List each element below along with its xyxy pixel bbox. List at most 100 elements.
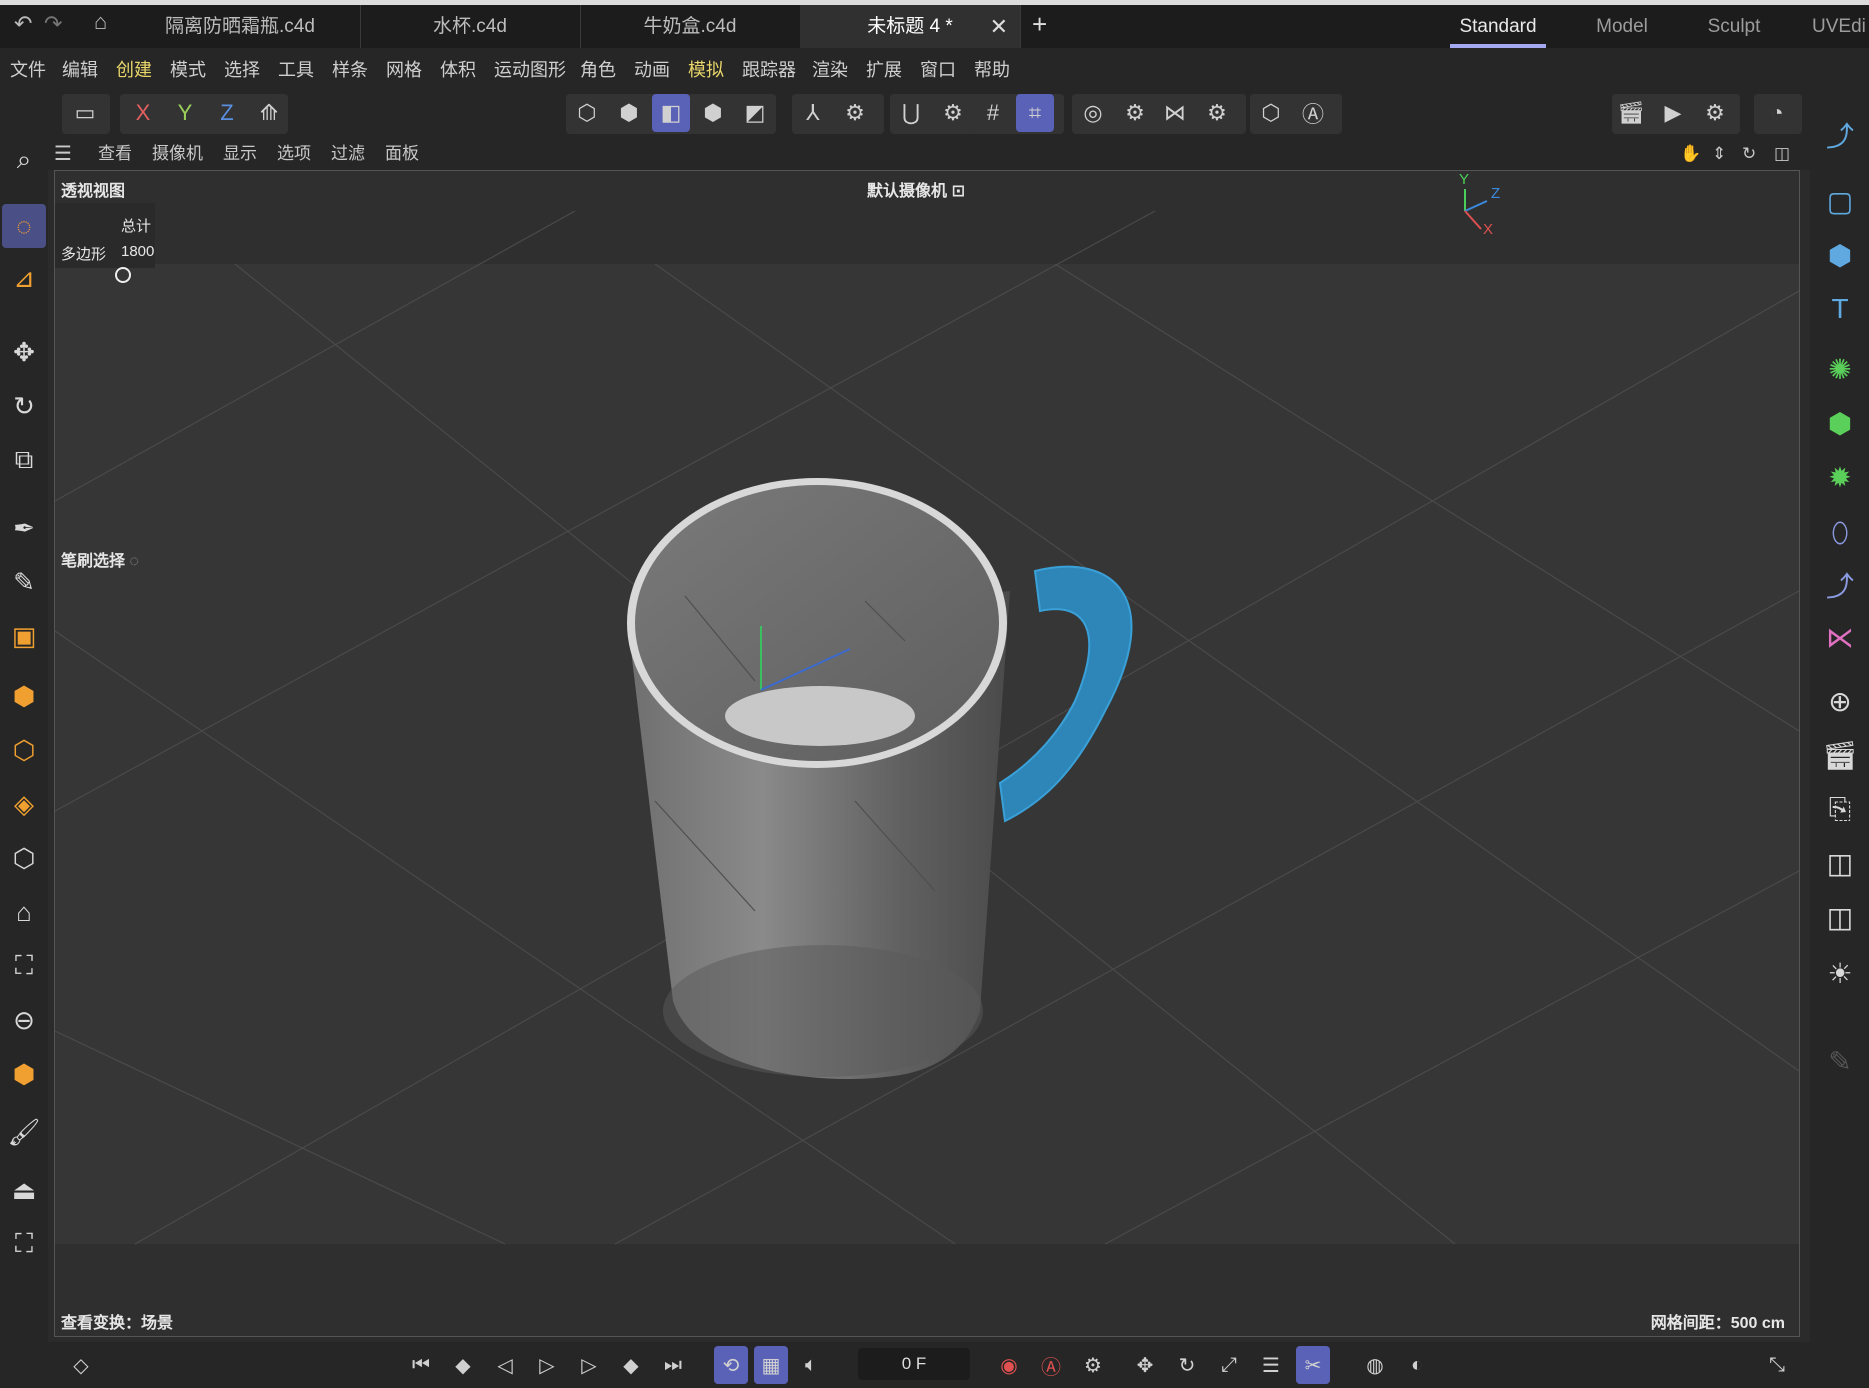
menu-spline[interactable]: 样条 [332, 48, 368, 92]
menu-create[interactable]: 创建 [116, 48, 152, 92]
undo-icon[interactable]: ↶ [14, 11, 32, 37]
axis-mode-icon[interactable]: ⅄ [794, 94, 832, 132]
goto-start-icon[interactable]: ⏮ [404, 1346, 438, 1384]
viewport-menu-panel[interactable]: 面板 [385, 138, 419, 170]
render-settings-icon[interactable]: ⚙ [1696, 94, 1734, 132]
add-tab-icon[interactable]: + [1032, 9, 1047, 40]
autokey-icon[interactable]: Ⓐ [1034, 1346, 1068, 1384]
coordinate-system-icon[interactable]: ⟰ [250, 94, 288, 132]
viewport-solo-icon[interactable]: ⬡ [1252, 94, 1290, 132]
lock-z-button[interactable]: Z [208, 94, 246, 132]
menu-volume[interactable]: 体积 [440, 48, 476, 92]
hamburger-icon[interactable]: ☰ [54, 138, 72, 170]
sound-icon[interactable]: 🔈︎ [794, 1346, 828, 1384]
goto-end-icon[interactable]: ⏭ [656, 1346, 690, 1384]
key-pla-icon[interactable]: ✂ [1296, 1346, 1330, 1384]
magnet-settings-icon[interactable]: ⚙ [934, 94, 972, 132]
lock-y-button[interactable]: Y [166, 94, 204, 132]
viewport-menu-filter[interactable]: 过滤 [331, 138, 365, 170]
edges-mode-icon[interactable]: ⬢ [610, 94, 648, 132]
cube-icon[interactable]: ⬢ [2, 674, 46, 718]
camera-st-icon[interactable]: ⎘ [1816, 786, 1864, 832]
soft-selection-icon[interactable]: ◎ [1074, 94, 1112, 132]
extrude-icon[interactable]: ◈ [2, 782, 46, 826]
pan-icon[interactable]: ✋ [1680, 138, 1701, 170]
loop-icon[interactable]: ⟲ [714, 1346, 748, 1384]
next-key-icon[interactable]: ◆ [614, 1346, 648, 1384]
cube-primitive-icon[interactable]: ⬢ [1816, 232, 1864, 278]
layout-sculpt[interactable]: Sculpt [1684, 5, 1784, 48]
live-selection-icon[interactable]: ◌ [2, 204, 46, 248]
move-icon[interactable]: ✥ [2, 330, 46, 374]
rectangle-spline-icon[interactable]: ▣ [2, 614, 46, 658]
model-mode-icon[interactable]: ⬢ [694, 94, 732, 132]
fracture-icon[interactable]: ⬢ [1816, 400, 1864, 446]
auto-icon[interactable]: Ⓐ [1294, 94, 1332, 132]
uv-mode-icon[interactable]: ◩ [736, 94, 774, 132]
placement-icon[interactable]: ⛶ [2, 944, 46, 988]
interactive-render-icon[interactable]: ◔ [1758, 94, 1796, 132]
cylinder-icon[interactable]: ⊖ [2, 998, 46, 1042]
orbit-icon[interactable]: ↻ [1742, 138, 1756, 170]
search-icon[interactable]: ⌕ [2, 138, 46, 182]
lock-x-button[interactable]: X [124, 94, 162, 132]
pen-icon[interactable]: ✒ [2, 506, 46, 550]
layout-uvedit[interactable]: UVEdi [1812, 5, 1869, 48]
text-icon[interactable]: T [1816, 286, 1864, 332]
expand-icon[interactable]: ⤡ [1760, 1346, 1794, 1384]
menu-extensions[interactable]: 扩展 [866, 48, 902, 92]
keyframe-icon[interactable]: ◇ [64, 1346, 98, 1384]
motion-clip-icon[interactable]: ◐ [1400, 1346, 1434, 1384]
axis-settings-icon[interactable]: ⚙ [836, 94, 874, 132]
record-icon[interactable]: ◉ [992, 1346, 1026, 1384]
home-icon[interactable]: ⌂ [94, 9, 107, 35]
light-icon[interactable]: ☀ [1816, 950, 1864, 996]
menu-select[interactable]: 选择 [224, 48, 260, 92]
magnet-icon[interactable]: ⋃ [892, 94, 930, 132]
menu-tracker[interactable]: 跟踪器 [742, 48, 796, 92]
box-icon[interactable]: ⬡ [2, 836, 46, 880]
menu-window[interactable]: 窗口 [920, 48, 956, 92]
maximize-view-icon[interactable]: ◫ [1774, 138, 1790, 170]
snap-grid-icon[interactable]: # [974, 94, 1012, 132]
select-rectangle-icon[interactable]: ⊿ [2, 256, 46, 300]
symmetry-icon[interactable]: ⋈ [1156, 94, 1194, 132]
cloner-icon[interactable]: ✺ [1816, 346, 1864, 392]
viewport-menu-display[interactable]: 显示 [223, 138, 257, 170]
soft-selection-settings-icon[interactable]: ⚙ [1116, 94, 1154, 132]
preview-range-icon[interactable]: ▦ [754, 1346, 788, 1384]
viewport-menu-view[interactable]: 查看 [98, 138, 132, 170]
key-param-icon[interactable]: ☰ [1254, 1346, 1288, 1384]
redo-icon[interactable]: ↷ [44, 11, 62, 37]
points-mode-icon[interactable]: ⬡ [568, 94, 606, 132]
snap-enable-icon[interactable]: ⌗ [1016, 94, 1054, 132]
menu-mesh[interactable]: 网格 [386, 48, 422, 92]
viewport-menu-options[interactable]: 选项 [277, 138, 311, 170]
floor-icon[interactable]: ⌂ [2, 890, 46, 934]
menu-mograph[interactable]: 运动图形 [494, 48, 566, 92]
key-scale-icon[interactable]: ⤢ [1212, 1346, 1246, 1384]
scale-icon[interactable]: ⧉ [2, 438, 46, 482]
key-rotation-icon[interactable]: ↻ [1170, 1346, 1204, 1384]
tab-file-2[interactable]: 水杯.c4d [360, 5, 581, 48]
menu-mode[interactable]: 模式 [170, 48, 206, 92]
tab-file-1[interactable]: 隔离防晒霜瓶.c4d [120, 5, 361, 48]
dolly-icon[interactable]: ⇕ [1712, 138, 1726, 170]
menu-file[interactable]: 文件 [10, 48, 46, 92]
tab-file-3[interactable]: 牛奶盒.c4d [580, 5, 801, 48]
render-picture-viewer-icon[interactable]: ▶ [1654, 94, 1692, 132]
symmetry-settings-icon[interactable]: ⚙ [1198, 94, 1236, 132]
layout-standard[interactable]: Standard [1450, 5, 1546, 48]
connect-icon[interactable]: ⤴ [1816, 562, 1864, 608]
rotate-icon[interactable]: ↻ [2, 384, 46, 428]
menu-help[interactable]: 帮助 [974, 48, 1010, 92]
motion-system-icon[interactable]: ◍ [1358, 1346, 1392, 1384]
null-object-icon[interactable]: ⤴ [1816, 112, 1864, 158]
viewport-perspective[interactable]: Y Z X 透视视图 默认摄像机 ⊡ 总计 多边形 1800 笔刷选择 ◌ 查看… [54, 170, 1800, 1337]
key-position-icon[interactable]: ✥ [1128, 1346, 1162, 1384]
menu-render[interactable]: 渲染 [812, 48, 848, 92]
camera-icon[interactable]: ◫ [1816, 840, 1864, 886]
sketch-icon[interactable]: ⋉ [1816, 614, 1864, 660]
tab-file-4-active[interactable]: 未标题 4 * ✕ [800, 5, 1021, 48]
next-frame-icon[interactable]: ▷ [572, 1346, 606, 1384]
